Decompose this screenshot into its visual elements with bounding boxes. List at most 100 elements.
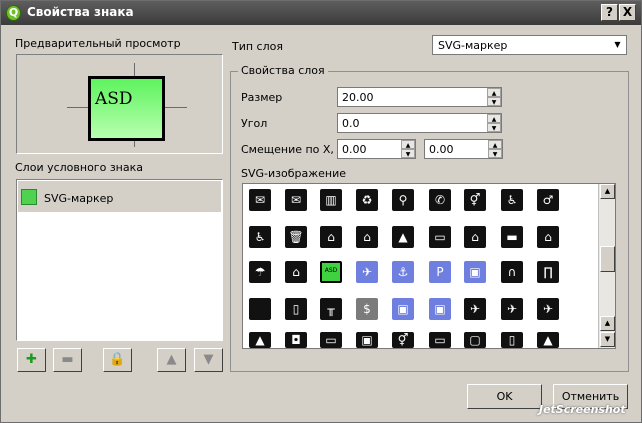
watermark: JetScreenshot xyxy=(539,403,626,416)
lock-icon: 🔒 xyxy=(109,352,126,367)
preview-heading: Предварительный просмотр xyxy=(15,37,181,50)
plus-icon: ✚ xyxy=(26,352,37,367)
wc-sign-icon[interactable]: ♿ xyxy=(249,226,271,248)
partial-6-icon[interactable]: ▭ xyxy=(429,332,451,348)
spin-up-icon[interactable]: ▲ xyxy=(487,114,501,123)
tram-icon[interactable]: ▣ xyxy=(429,298,451,320)
minus-icon: ▬ xyxy=(61,352,74,367)
layer-type-label: Тип слоя xyxy=(232,40,283,53)
scroll-down-icon[interactable]: ▼ xyxy=(600,332,615,347)
angle-label: Угол xyxy=(241,117,268,130)
envelope-icon[interactable]: ✉ xyxy=(249,189,271,211)
telephone-icon[interactable]: ✆ xyxy=(429,189,451,211)
chevron-down-icon[interactable]: ▼ xyxy=(609,36,626,54)
airfield-icon[interactable]: ✈ xyxy=(537,298,559,320)
vertical-scrollbar[interactable]: ▲ ▲ ▼ xyxy=(598,184,615,348)
lock-layer-button[interactable]: 🔒 xyxy=(103,348,132,372)
hut-icon[interactable]: ⌂ xyxy=(464,226,486,248)
qgis-logo-icon: Q xyxy=(6,5,21,21)
triangle-up-icon: ▲ xyxy=(166,352,177,367)
spin-up-icon[interactable]: ▲ xyxy=(401,140,415,149)
svg-image-list[interactable]: ✉ ✉ ▥ ♻ ⚲ ✆ ⚥ ♿ ♂ ♿ 🗑 ⌂ ⌂ ▲ ▭ ⌂ ▬ ⌂ ☂ ⌂ ASD ✈ ⚓ P ▣ ∩ ∏ ▯ ╥ $ ▣ ▣ ✈ ✈ ✈ ▲ ◘ ▭… xyxy=(242,183,616,349)
asd-marker-icon[interactable]: ASD xyxy=(320,261,342,283)
triangle-down-icon: ▼ xyxy=(203,352,214,367)
layer-properties-title: Свойства слоя xyxy=(238,64,328,77)
spin-down-icon[interactable]: ▼ xyxy=(401,149,415,158)
partial-3-icon[interactable]: ▭ xyxy=(320,332,342,348)
partial-2-icon[interactable]: ◘ xyxy=(285,332,307,348)
gateway-icon[interactable]: ∏ xyxy=(537,261,559,283)
angle-stepper[interactable]: ▲ ▼ xyxy=(487,114,501,132)
offset-label: Смещение по X, Y xyxy=(241,143,345,156)
symbol-properties-dialog: Q Свойства знака ? X Предварительный про… xyxy=(0,0,642,423)
hotel-bed-icon[interactable]: ▬ xyxy=(501,226,523,248)
lockers-icon[interactable]: ▥ xyxy=(320,189,342,211)
title-bar[interactable]: Q Свойства знака ? X xyxy=(1,1,641,25)
mail-circle-icon[interactable]: ✉ xyxy=(285,189,307,211)
ok-button[interactable]: OK xyxy=(467,384,542,409)
forest-house-icon[interactable]: ⌂ xyxy=(285,261,307,283)
angle-spinbox[interactable]: 0.0 ▲ ▼ xyxy=(337,113,502,133)
angle-value: 0.0 xyxy=(342,117,360,130)
accessible-wc-icon[interactable]: ♿ xyxy=(501,189,523,211)
move-layer-up-button[interactable]: ▲ xyxy=(157,348,186,372)
offset-x-value: 0.00 xyxy=(342,143,367,156)
train-icon[interactable]: ▣ xyxy=(392,298,414,320)
layers-heading: Слои условного знака xyxy=(15,161,143,174)
spin-down-icon[interactable]: ▼ xyxy=(487,123,501,132)
mens-wc-icon[interactable]: ♂ xyxy=(537,189,559,211)
symbol-layers-list[interactable]: SVG-маркер xyxy=(16,179,223,341)
size-label: Размер xyxy=(241,91,283,104)
tent-icon[interactable]: ▲ xyxy=(392,226,414,248)
partial-8-icon[interactable]: ▯ xyxy=(501,332,523,348)
parking-icon[interactable]: P xyxy=(429,261,451,283)
money-icon[interactable]: $ xyxy=(356,298,378,320)
window-title: Свойства знака xyxy=(27,5,134,19)
picnic-shelter-icon[interactable]: ⌂ xyxy=(537,226,559,248)
svg-image-label: SVG-изображение xyxy=(241,167,347,180)
scrollbar-thumb[interactable] xyxy=(600,246,615,272)
airplane-icon[interactable]: ✈ xyxy=(464,298,486,320)
help-button[interactable]: ? xyxy=(601,4,618,21)
remove-layer-button[interactable]: ▬ xyxy=(53,348,82,372)
partial-4-icon[interactable]: ▣ xyxy=(356,332,378,348)
caravan-icon[interactable]: ▭ xyxy=(429,226,451,248)
scroll-down-icon[interactable]: ▲ xyxy=(600,316,615,331)
recycle-icon[interactable]: ♻ xyxy=(356,189,378,211)
scroll-up-icon[interactable]: ▲ xyxy=(600,184,615,199)
partial-9-icon[interactable]: ▲ xyxy=(537,332,559,348)
viewpoint-icon[interactable]: ⚲ xyxy=(392,189,414,211)
move-layer-down-button[interactable]: ▼ xyxy=(194,348,223,372)
litter-bin-icon[interactable]: 🗑 xyxy=(285,226,307,248)
size-stepper[interactable]: ▲ ▼ xyxy=(487,88,501,106)
size-spinbox[interactable]: 20.00 ▲ ▼ xyxy=(337,87,502,107)
partial-1-icon[interactable]: ▲ xyxy=(249,332,271,348)
shelter-icon[interactable]: ⌂ xyxy=(320,226,342,248)
locker-icon[interactable]: ▯ xyxy=(285,298,307,320)
spin-down-icon[interactable]: ▼ xyxy=(487,97,501,106)
spin-up-icon[interactable]: ▲ xyxy=(487,88,501,97)
restroom-icon[interactable]: ⚥ xyxy=(464,189,486,211)
blank-dark-icon[interactable] xyxy=(249,298,271,320)
rain-shelter-icon[interactable]: ☂ xyxy=(249,261,271,283)
airport-icon[interactable]: ✈ xyxy=(356,261,378,283)
layer-type-value: SVG-маркер xyxy=(438,39,508,52)
partial-5-icon[interactable]: ⚥ xyxy=(392,332,414,348)
offset-y-stepper[interactable]: ▲ ▼ xyxy=(488,140,502,158)
spin-down-icon[interactable]: ▼ xyxy=(488,149,502,158)
ferry-icon[interactable]: ⚓ xyxy=(392,261,414,283)
offset-x-spinbox[interactable]: 0.00 ▲ ▼ xyxy=(337,139,416,159)
airplane-alt-icon[interactable]: ✈ xyxy=(501,298,523,320)
offset-x-stepper[interactable]: ▲ ▼ xyxy=(401,140,415,158)
bed-and-breakfast-icon[interactable]: ⌂ xyxy=(356,226,378,248)
list-item[interactable]: SVG-маркер xyxy=(18,181,221,212)
spin-up-icon[interactable]: ▲ xyxy=(488,140,502,149)
tombstone-icon[interactable]: ∩ xyxy=(501,261,523,283)
close-button[interactable]: X xyxy=(619,4,636,21)
add-layer-button[interactable]: ✚ xyxy=(17,348,46,372)
bus-icon[interactable]: ▣ xyxy=(464,261,486,283)
bench-icon[interactable]: ╥ xyxy=(320,298,342,320)
partial-7-icon[interactable]: ▢ xyxy=(464,332,486,348)
offset-y-spinbox[interactable]: 0.00 ▲ ▼ xyxy=(424,139,503,159)
layer-type-select[interactable]: SVG-маркер ▼ xyxy=(432,35,627,55)
